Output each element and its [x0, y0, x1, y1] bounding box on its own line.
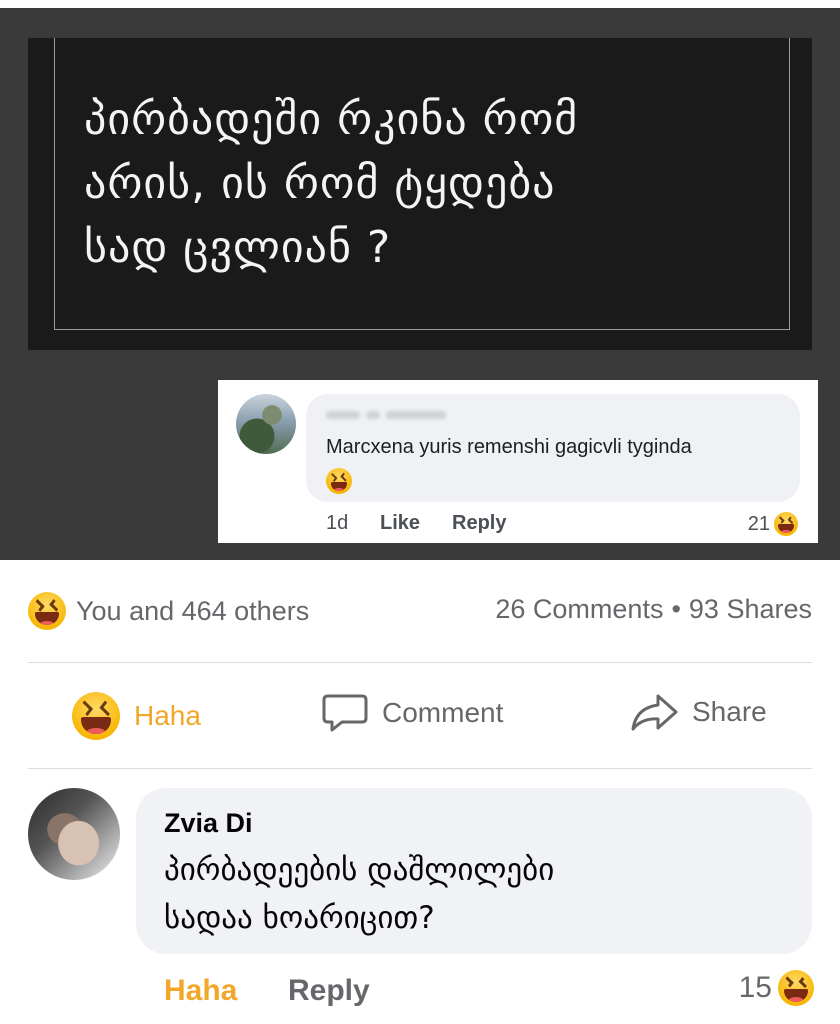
comment-actions: Haha Reply 15 — [164, 970, 814, 1014]
haha-emoji-icon — [72, 692, 120, 740]
comment-haha-button[interactable]: Haha — [164, 974, 237, 1008]
comment-button[interactable]: Comment — [322, 692, 503, 734]
meme-question-text: პირბადეში რკინა რომ არის, ის რომ ტყდება … — [84, 88, 764, 280]
comment-line: სადაა ხოარიცით? — [164, 900, 435, 936]
comment-author-name[interactable]: Zvia Di — [164, 808, 253, 839]
haha-emoji-icon — [778, 970, 814, 1006]
comment-bubble-icon — [322, 694, 368, 732]
post-action-bar: Haha Comment Share — [0, 664, 840, 768]
shared-post-image[interactable]: პირბადეში რკინა რომ არის, ის რომ ტყდება … — [0, 0, 840, 560]
comments-count-link[interactable]: 26 Comments — [495, 594, 663, 624]
comment-text: პირბადეების დაშლილები სადაა ხოარიცით? — [164, 846, 554, 942]
haha-emoji-icon — [28, 592, 66, 630]
separator-dot: • — [671, 594, 681, 624]
comment-bubble: Zvia Di პირბადეების დაშლილები სადაა ხოარ… — [136, 788, 812, 954]
inset-reaction-count: 21 — [748, 512, 798, 536]
haha-button-label: Haha — [134, 700, 201, 731]
inset-reply: Reply — [452, 512, 507, 534]
image-top-edge — [0, 0, 840, 8]
shares-count-link[interactable]: 93 Shares — [689, 594, 812, 624]
comment-button-label: Comment — [382, 697, 504, 728]
share-button-label: Share — [692, 696, 767, 727]
inset-time: 1d — [326, 512, 349, 534]
comment-line: პირბადეების დაშლილები — [164, 852, 555, 888]
divider — [28, 662, 812, 663]
divider — [28, 768, 812, 769]
meme-line: პირბადეში რკინა რომ — [84, 94, 579, 145]
inset-comment-bubble: Marcxena yuris remenshi gagicvli tyginda — [306, 394, 800, 502]
comment-author-avatar[interactable] — [28, 788, 120, 880]
post-engagement-summary: You and 464 others 26 Comments • 93 Shares — [28, 590, 812, 634]
reactions-summary[interactable]: You and 464 others — [28, 592, 309, 630]
inset-like: Like — [380, 512, 421, 534]
comment-reply-button[interactable]: Reply — [288, 974, 370, 1008]
haha-emoji-icon — [774, 512, 798, 536]
grinning-emoji-icon — [326, 468, 352, 499]
meme-line: სად ცვლიან ? — [84, 222, 392, 273]
share-button[interactable]: Share — [630, 692, 767, 732]
share-arrow-icon — [631, 694, 678, 731]
meme-line: არის, ის რომ ტყდება — [84, 158, 556, 209]
meme-text-board: პირბადეში რკინა რომ არის, ის რომ ტყდება … — [28, 38, 812, 350]
haha-reaction-button[interactable]: Haha — [72, 692, 201, 740]
screenshot-comment-inset: Marcxena yuris remenshi gagicvli tyginda… — [218, 380, 818, 543]
reactions-text[interactable]: You and 464 others — [76, 596, 309, 627]
comment-count-number: 15 — [738, 971, 772, 1004]
blurred-author-name — [326, 406, 476, 419]
inset-comment-text: Marcxena yuris remenshi gagicvli tyginda — [326, 436, 692, 458]
commenter-avatar — [236, 394, 296, 454]
comments-shares-summary: 26 Comments • 93 Shares — [495, 594, 812, 625]
comment-reaction-count[interactable]: 15 — [739, 970, 814, 1006]
inset-count-number: 21 — [747, 512, 770, 535]
